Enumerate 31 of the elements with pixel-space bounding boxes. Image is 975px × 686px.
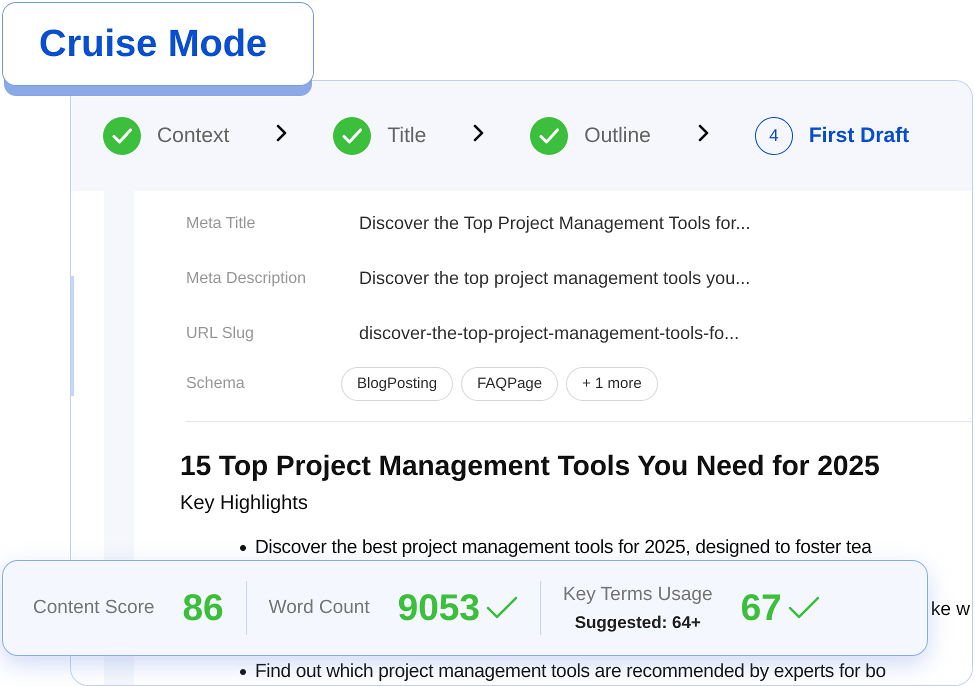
- step-number: 4: [754, 117, 793, 155]
- stat-label: Word Count: [268, 596, 370, 620]
- schema-tag[interactable]: + 1 more: [566, 367, 658, 401]
- bullet-text: Find out which project management tools are recommended by experts for bo: [255, 660, 886, 684]
- article-title: 15 Top Project Management Tools You Need for 2025: [180, 449, 881, 483]
- stat-label: Content Score: [33, 596, 154, 620]
- field-label: URL Slug: [186, 324, 255, 344]
- article-subheading: Key Highlights: [180, 491, 309, 516]
- step-label[interactable]: Outline: [584, 120, 651, 152]
- field-label: Schema: [186, 374, 246, 394]
- stat-value: 67: [740, 586, 782, 630]
- schema-tag[interactable]: BlogPosting: [341, 367, 454, 401]
- field-value: discover-the-top-project-management-tools-fo...: [359, 322, 740, 345]
- step-label[interactable]: Context: [157, 120, 230, 152]
- field-label: Meta Description: [186, 268, 308, 288]
- chevron-right-icon: [275, 124, 288, 142]
- chevron-right-icon: [696, 124, 709, 142]
- bullet-text: ke w: [930, 598, 970, 622]
- bullet-text: Discover the best project management tools for 2025, designed to foster tea: [255, 536, 872, 560]
- stat-value: 86: [182, 586, 224, 630]
- step-label[interactable]: Title: [387, 120, 426, 152]
- stat-value: 9053: [398, 586, 480, 630]
- chevron-right-icon: [472, 124, 484, 142]
- schema-tag[interactable]: FAQPage: [461, 367, 558, 401]
- stat-sublabel: Suggested: 64+: [574, 612, 701, 634]
- step-label[interactable]: First Draft: [808, 120, 910, 152]
- field-value: Discover the top project management tools you...: [359, 267, 750, 290]
- field-value: Discover the Top Project Management Tools for...: [359, 212, 751, 235]
- stat-label: Key Terms Usage: [562, 583, 713, 607]
- mode-title: Cruise Mode: [39, 22, 268, 66]
- field-label: Meta Title: [186, 214, 256, 234]
